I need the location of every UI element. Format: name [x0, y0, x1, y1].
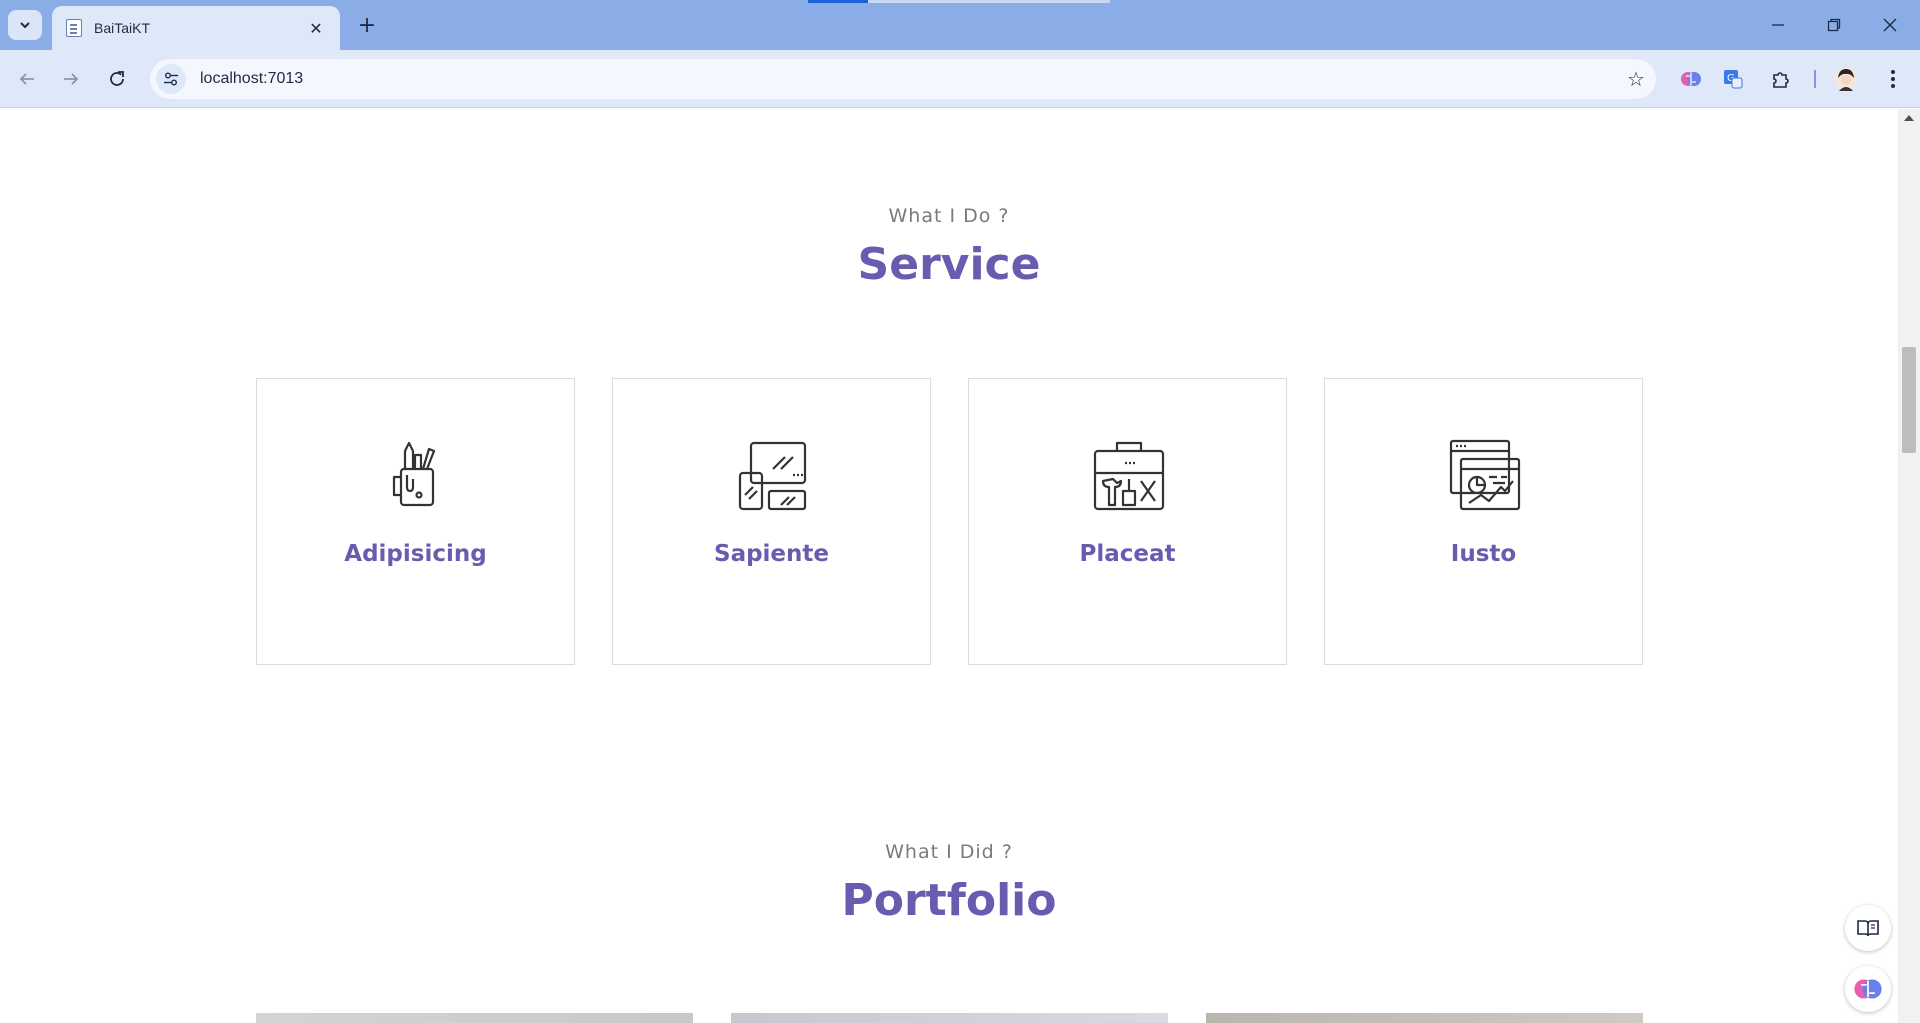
arrow-left-icon: [19, 73, 34, 85]
tune-icon: [164, 72, 178, 86]
service-card-sapiente[interactable]: Sapiente: [612, 378, 931, 665]
portfolio-item[interactable]: [1206, 1013, 1643, 1023]
tab-title: BaiTaiKT: [94, 20, 151, 36]
puzzle-icon: [1773, 72, 1789, 88]
service-card-iusto[interactable]: Iusto: [1324, 378, 1643, 665]
close-window-button[interactable]: [1862, 0, 1918, 50]
service-card-label: Adipisicing: [344, 541, 487, 567]
service-title: Service: [857, 239, 1041, 290]
profile-button[interactable]: [1831, 64, 1861, 94]
brain-icon: [1854, 979, 1882, 999]
restore-button[interactable]: [1806, 0, 1862, 50]
avatar: [1834, 67, 1858, 91]
portfolio-item[interactable]: [256, 1013, 693, 1023]
reload-button[interactable]: [102, 64, 132, 94]
book-open-icon: [1857, 920, 1879, 937]
chevron-down-icon: [20, 22, 30, 29]
address-bar[interactable]: localhost:7013 ☆: [150, 59, 1656, 99]
site-info-button[interactable]: [156, 64, 186, 94]
tab-strip: BaiTaiKT ✕ +: [0, 0, 1920, 50]
service-subtitle: What I Do ?: [888, 205, 1010, 227]
service-card-adipisicing[interactable]: Adipisicing: [256, 378, 575, 665]
extension-translate-button[interactable]: G: [1718, 64, 1748, 94]
restore-icon: [1827, 18, 1841, 32]
minimize-button[interactable]: [1750, 0, 1806, 50]
devices-icon: [738, 441, 807, 511]
portfolio-item[interactable]: [731, 1013, 1168, 1023]
new-tab-button[interactable]: +: [352, 10, 382, 40]
more-vertical-icon: [1891, 70, 1895, 88]
assistant-button[interactable]: [1845, 966, 1891, 1012]
minimize-icon: [1772, 24, 1784, 26]
page-favicon-icon: [66, 19, 82, 37]
toolbox-icon: [1093, 441, 1165, 511]
portfolio-title: Portfolio: [841, 875, 1057, 926]
analytics-window-icon: [1449, 439, 1521, 511]
tab-search-button[interactable]: [8, 10, 42, 40]
tab-active[interactable]: BaiTaiKT ✕: [52, 6, 340, 50]
extension-brain-button[interactable]: [1676, 64, 1706, 94]
extensions-button[interactable]: [1766, 64, 1796, 94]
reading-mode-button[interactable]: [1845, 905, 1891, 951]
bookmark-star-icon[interactable]: ☆: [1616, 67, 1656, 91]
browser-menu-button[interactable]: [1878, 64, 1908, 94]
service-card-placeat[interactable]: Placeat: [968, 378, 1287, 665]
pen-mug-icon: [392, 441, 436, 507]
page-viewport: What I Do ? Service Adipisicing Sapiente…: [0, 109, 1898, 1023]
back-button[interactable]: [12, 64, 42, 94]
scroll-up-arrow-icon[interactable]: [1904, 115, 1914, 121]
browser-toolbar: localhost:7013 ☆ G: [0, 50, 1920, 108]
close-tab-icon[interactable]: ✕: [306, 19, 326, 38]
close-icon: [1883, 18, 1897, 32]
page-scrollbar[interactable]: [1898, 109, 1920, 1023]
reload-icon: [110, 71, 124, 86]
service-card-label: Iusto: [1450, 541, 1517, 567]
service-card-label: Sapiente: [714, 541, 829, 567]
brain-icon: [1681, 72, 1701, 86]
toolbar-separator: [1814, 70, 1816, 88]
arrow-right-icon: [64, 73, 79, 85]
service-card-label: Placeat: [1079, 541, 1176, 567]
scroll-thumb[interactable]: [1902, 347, 1916, 453]
portfolio-subtitle: What I Did ?: [885, 841, 1013, 863]
forward-button[interactable]: [56, 64, 86, 94]
loading-bar: [808, 0, 1110, 3]
translate-icon: G: [1724, 70, 1743, 89]
url-text[interactable]: localhost:7013: [200, 70, 1616, 88]
